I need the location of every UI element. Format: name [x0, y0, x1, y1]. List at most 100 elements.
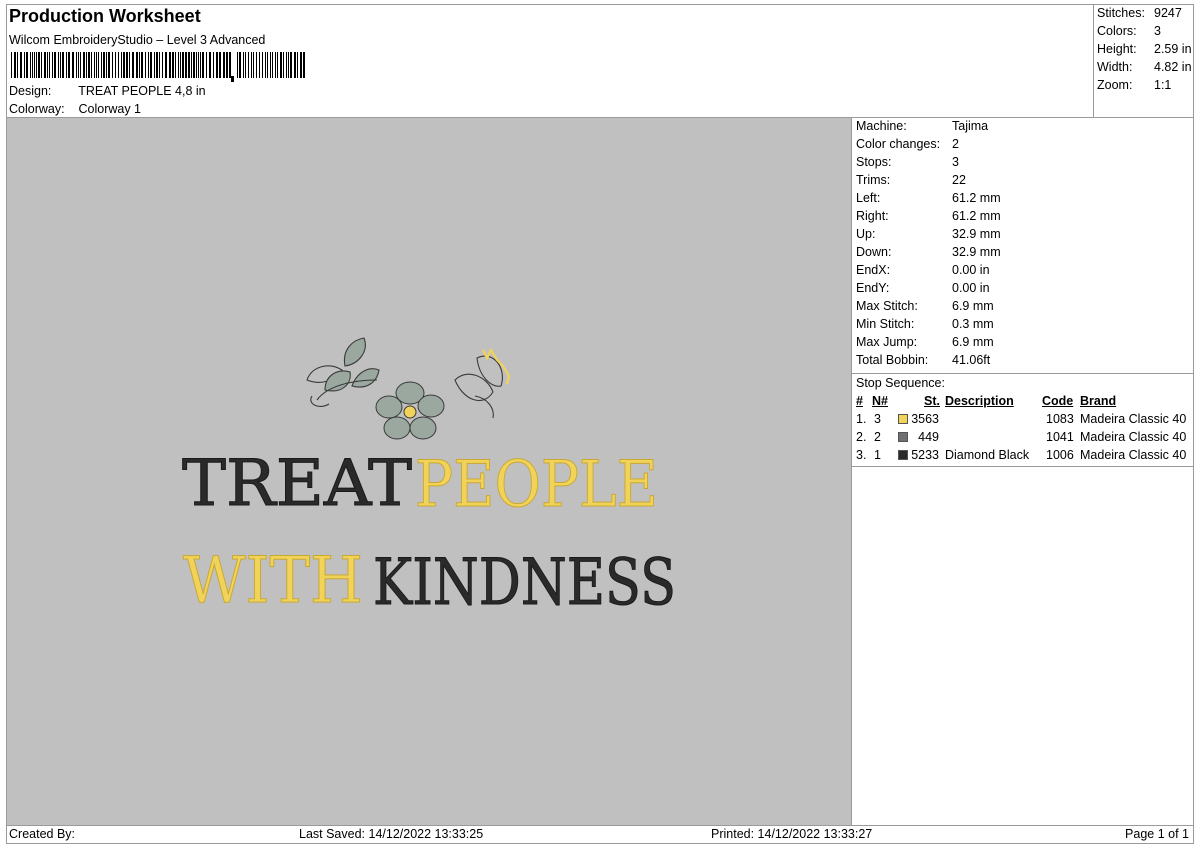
barcode-bar [245, 52, 246, 78]
thread-description: Diamond Black [945, 448, 1030, 462]
barcode-bar [239, 52, 241, 78]
barcode-bar [34, 52, 35, 78]
machine-info-row: EndX: 0.00 in [856, 263, 990, 277]
colorway-value: Colorway 1 [78, 102, 142, 116]
info-value: 22 [952, 173, 966, 187]
barcode-bar [180, 52, 181, 78]
thread-brand: Madeira Classic 40 [1080, 412, 1187, 426]
barcode-bar [229, 52, 231, 78]
summary-value: 9247 [1154, 6, 1182, 20]
barcode-bar [243, 52, 244, 78]
info-value: 0.00 in [952, 281, 990, 295]
info-label: Right: [856, 209, 889, 223]
barcode-bar [126, 52, 128, 78]
info-label: EndY: [856, 281, 890, 295]
barcode-bar [288, 52, 289, 78]
barcode-bar [300, 52, 302, 78]
machine-info-row: Max Jump: 6.9 mm [856, 335, 994, 349]
barcode-bar [58, 52, 59, 78]
barcode-bar [209, 52, 211, 78]
machine-info-row: Min Stitch: 0.3 mm [856, 317, 994, 331]
barcode-bar [169, 52, 171, 78]
summary-value: 1:1 [1154, 78, 1172, 92]
machine-info-row: Trims: 22 [856, 173, 966, 187]
barcode-bar [294, 52, 296, 78]
barcode-bar [115, 52, 116, 78]
design-label: Design: [9, 84, 52, 98]
barcode-bar [283, 52, 284, 78]
barcode-bar [219, 52, 221, 78]
design-summary: Stitches: 9247 Colors: 3 Height: 2.59 in Wi… [1093, 5, 1193, 117]
barcode-bar [172, 52, 174, 78]
barcode-bar [108, 52, 110, 78]
barcode-bar [226, 52, 228, 78]
barcode-bar [223, 52, 225, 78]
col-header-st: St. [924, 394, 940, 408]
barcode-bar [38, 52, 40, 78]
thread-color-swatch [898, 432, 908, 442]
stop-index: 1. [856, 412, 867, 426]
thread-brand: Madeira Classic 40 [1080, 430, 1187, 444]
design-word-treat: TREAT [182, 447, 412, 521]
butterfly-icon [454, 347, 511, 419]
summary-label: Stitches: [1097, 6, 1145, 20]
barcode-bar [191, 52, 192, 78]
barcode-bar [256, 52, 257, 78]
barcode-bar [66, 52, 67, 78]
barcode-bar [68, 52, 70, 78]
worksheet-footer: Created By: Last Saved: 14/12/2022 13:33… [7, 825, 1193, 843]
barcode-bar [41, 52, 42, 78]
barcode-bar [36, 52, 37, 78]
barcode-bar [265, 52, 266, 78]
design-word-kindness: KINDNESS [373, 546, 676, 620]
info-label: Max Stitch: [856, 299, 918, 313]
thread-color-swatch [898, 450, 908, 460]
barcode-bar [162, 52, 163, 78]
barcode-bar [290, 52, 292, 78]
design-word-people: PEOPLE [415, 448, 658, 522]
software-name: Wilcom EmbroideryStudio – Level 3 Advanc… [9, 33, 266, 47]
barcode-bar [72, 52, 74, 78]
col-header-num: # [856, 394, 863, 408]
barcode-bar [248, 52, 249, 78]
summary-width: Width: 4.82 in [1097, 60, 1192, 74]
barcode-bar [32, 52, 33, 78]
barcode-bar [165, 52, 167, 78]
info-value: 0.3 mm [952, 317, 994, 331]
info-value: 6.9 mm [952, 299, 994, 313]
barcode-bar [103, 52, 105, 78]
barcode-bar [139, 52, 140, 78]
summary-label: Width: [1097, 60, 1133, 74]
machine-info-row: Total Bobbin: 41.06ft [856, 353, 990, 367]
stitch-count: 449 [918, 430, 939, 444]
barcode-bar [106, 52, 107, 78]
summary-label: Zoom: [1097, 78, 1133, 92]
info-value: Tajima [952, 119, 989, 133]
barcode [11, 52, 305, 82]
barcode-bar [136, 52, 138, 78]
summary-value: 2.59 in [1154, 42, 1192, 56]
printed-date: Printed: 14/12/2022 13:33:27 [711, 827, 873, 841]
info-divider [852, 373, 1193, 374]
design-word-with: WITH [183, 544, 363, 618]
barcode-bar [280, 52, 282, 78]
page-title: Production Worksheet [9, 6, 201, 26]
barcode-bar [178, 52, 179, 78]
needle-number: 2 [874, 430, 881, 444]
barcode-bar [118, 52, 119, 78]
summary-stitches: Stitches: 9247 [1097, 6, 1182, 20]
summary-label: Colors: [1097, 24, 1137, 38]
barcode-bar [193, 52, 195, 78]
barcode-bar [259, 52, 260, 78]
barcode-bar [303, 52, 305, 78]
barcode-bar [60, 52, 61, 78]
leaf-sprig-icon [306, 337, 380, 407]
barcode-bar [52, 52, 53, 78]
barcode-bar [101, 52, 102, 78]
design-row: Design: TREAT PEOPLE 4,8 in [9, 84, 206, 98]
summary-value: 3 [1154, 24, 1161, 38]
barcode-bar [216, 52, 218, 78]
page-number: Page 1 of 1 [1125, 827, 1189, 841]
worksheet: Production Worksheet Wilcom EmbroiderySt… [6, 4, 1194, 844]
info-value: 2 [952, 137, 959, 151]
